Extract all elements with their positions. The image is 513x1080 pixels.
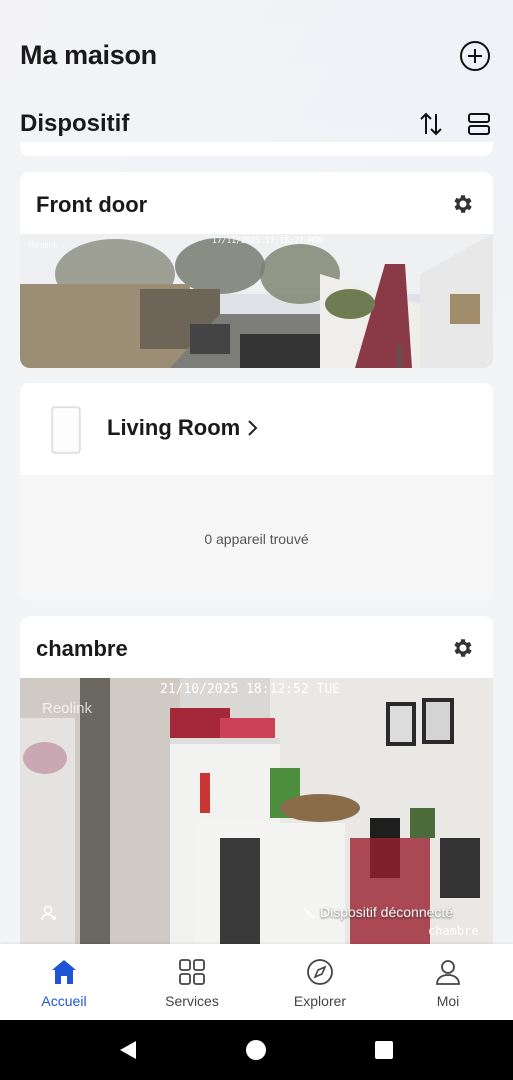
back-icon[interactable]: [116, 1038, 140, 1062]
plus-circle-icon[interactable]: [459, 40, 491, 72]
living-room-empty-state: 0 appareil trouvé: [20, 475, 493, 601]
bottom-tab-bar: Accueil Services Explorer Moi: [0, 944, 513, 1020]
feed-timestamp: 17/11/2025 17:16:27 MON: [212, 236, 323, 245]
front-door-snapshot: [20, 234, 493, 368]
device-card-front-door[interactable]: Front door 17/11/2025 17:16:27 MON Reoli…: [20, 172, 493, 368]
tab-label: Accueil: [41, 993, 87, 1009]
user-access-icon[interactable]: [40, 904, 58, 922]
chevron-right-icon: [248, 420, 258, 436]
user-icon: [436, 960, 460, 985]
device-name: Living Room: [107, 415, 241, 440]
device-name: chambre: [36, 636, 128, 661]
section-title: Dispositif: [20, 110, 130, 137]
page-title: Ma maison: [20, 40, 157, 70]
device-card-chambre[interactable]: chambre 21/10/2025 18:12:52 TUE Reolink …: [20, 616, 493, 956]
tab-label: Services: [165, 993, 219, 1009]
tab-label: Explorer: [293, 993, 347, 1009]
tab-explorer[interactable]: Explorer: [256, 944, 384, 1020]
tab-moi[interactable]: Moi: [384, 944, 512, 1020]
living-room-header[interactable]: Living Room: [20, 383, 493, 475]
feed-timestamp: 21/10/2025 18:12:52 TUE: [160, 682, 341, 697]
home-nav-icon[interactable]: [244, 1038, 268, 1062]
camera-label: chambre: [428, 924, 479, 938]
reolink-watermark: Reolink: [28, 240, 59, 250]
gear-icon[interactable]: [451, 192, 475, 216]
disconnected-status: Dispositif déconnecté: [320, 904, 454, 920]
disconnected-icon: [303, 907, 315, 919]
camera-feed-front-door[interactable]: 17/11/2025 17:16:27 MON Reolink: [20, 234, 493, 368]
empty-state-text: 0 appareil trouvé: [204, 531, 309, 547]
grid-icon: [179, 959, 205, 985]
device-card-living-room[interactable]: Living Room 0 appareil trouvé: [20, 383, 493, 601]
home-icon: [52, 960, 76, 984]
gear-icon[interactable]: [451, 636, 475, 660]
sort-arrows-icon[interactable]: [418, 110, 444, 138]
list-view-icon[interactable]: [466, 111, 492, 137]
tab-label: Moi: [436, 993, 460, 1009]
system-navigation-bar: [0, 1020, 513, 1080]
collapsed-card-edge: [20, 142, 493, 156]
header: Ma maison Dispositif: [0, 0, 513, 160]
camera-feed-chambre[interactable]: 21/10/2025 18:12:52 TUE Reolink Disposit…: [20, 678, 493, 956]
hub-device-icon: [51, 406, 81, 454]
compass-icon: [307, 959, 333, 985]
reolink-watermark: Reolink: [42, 700, 93, 717]
recents-icon[interactable]: [372, 1038, 396, 1062]
device-name: Front door: [36, 192, 148, 217]
tab-services[interactable]: Services: [128, 944, 256, 1020]
tab-accueil[interactable]: Accueil: [0, 944, 128, 1020]
